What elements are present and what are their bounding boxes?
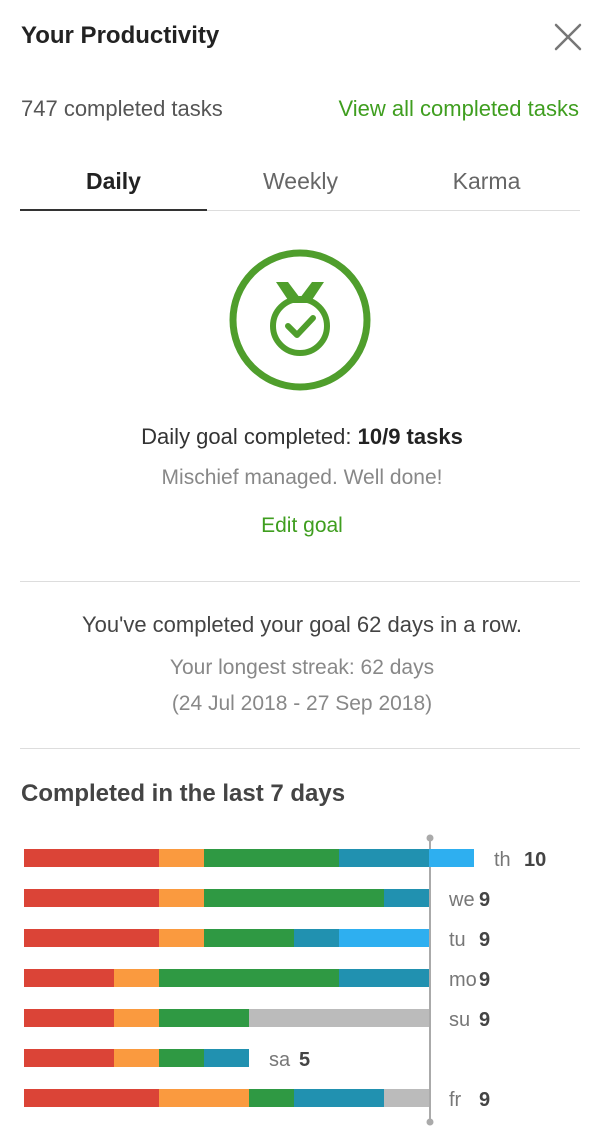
goal-status-value: 10/9 tasks	[357, 424, 463, 449]
day-label: fr	[449, 1089, 462, 1111]
current-streak: You've completed your goal 62 days in a …	[82, 612, 522, 637]
bar-segment-fr[interactable]	[384, 1089, 429, 1107]
tab-karma[interactable]: Karma	[393, 168, 580, 210]
day-count: 9	[479, 889, 490, 911]
bar-segment-tu[interactable]	[294, 929, 339, 947]
longest-streak-range: (24 Jul 2018 - 27 Sep 2018)	[171, 692, 433, 715]
bar-segment-su[interactable]	[159, 1009, 249, 1027]
bar-segment-sa[interactable]	[204, 1049, 249, 1067]
goal-line-end	[426, 834, 434, 842]
bar-segment-fr[interactable]	[24, 1089, 159, 1107]
chart-title: Completed in the last 7 days	[21, 780, 346, 807]
goal-status-label: Daily goal completed:	[141, 424, 358, 449]
productivity-tabs: Daily Weekly Karma	[20, 168, 580, 211]
tab-weekly[interactable]: Weekly	[207, 168, 394, 210]
edit-goal-link[interactable]: Edit goal	[0, 514, 604, 538]
day-label: mo	[449, 969, 477, 991]
day-count: 5	[299, 1049, 310, 1071]
day-label: su	[449, 1009, 470, 1031]
bar-segment-sa[interactable]	[24, 1049, 114, 1067]
bar-segment-th[interactable]	[429, 849, 474, 867]
completed-last-7-days-chart: th 10we 9tu 9mo 9su 9sa 5fr 9	[24, 834, 546, 1126]
bar-segment-th[interactable]	[204, 849, 339, 867]
day-count: 9	[479, 1089, 490, 1111]
panel-title: Your Productivity	[21, 22, 220, 49]
close-icon[interactable]	[553, 22, 583, 52]
day-label: tu	[449, 929, 466, 951]
bar-segment-fr[interactable]	[159, 1089, 249, 1107]
view-all-completed-link[interactable]: View all completed tasks	[339, 96, 580, 122]
bar-segment-we[interactable]	[159, 889, 204, 907]
day-count: 9	[479, 1009, 490, 1031]
bar-segment-we[interactable]	[24, 889, 159, 907]
bar-segment-sa[interactable]	[114, 1049, 159, 1067]
bar-segment-tu[interactable]	[159, 929, 204, 947]
bar-segment-su[interactable]	[114, 1009, 159, 1027]
bar-segment-tu[interactable]	[339, 929, 429, 947]
daily-goal-status: Daily goal completed: 10/9 tasks	[0, 424, 604, 450]
bar-segment-mo[interactable]	[24, 969, 114, 987]
bar-segment-sa[interactable]	[159, 1049, 204, 1067]
bar-segment-fr[interactable]	[294, 1089, 384, 1107]
goal-message: Mischief managed. Well done!	[161, 466, 443, 489]
bar-segment-th[interactable]	[24, 849, 159, 867]
day-label: we	[448, 889, 475, 911]
completed-tasks-count: 747 completed tasks	[21, 96, 223, 121]
edit-goal-label[interactable]: Edit goal	[261, 514, 343, 537]
day-label: th	[494, 849, 511, 871]
bar-segment-th[interactable]	[159, 849, 204, 867]
goal-medal-icon	[229, 249, 371, 391]
divider	[20, 581, 580, 582]
divider	[20, 748, 580, 749]
bar-segment-we[interactable]	[204, 889, 384, 907]
longest-streak: Your longest streak: 62 days	[169, 656, 435, 679]
bar-segment-tu[interactable]	[24, 929, 159, 947]
bar-segment-tu[interactable]	[204, 929, 294, 947]
day-count: 10	[524, 849, 546, 871]
bar-segment-mo[interactable]	[114, 969, 159, 987]
day-count: 9	[479, 969, 490, 991]
bar-segment-su[interactable]	[24, 1009, 114, 1027]
bar-segment-mo[interactable]	[339, 969, 429, 987]
bar-segment-we[interactable]	[384, 889, 429, 907]
goal-line-end	[426, 1118, 434, 1126]
day-count: 9	[479, 929, 490, 951]
day-label: sa	[269, 1049, 291, 1071]
bar-segment-th[interactable]	[339, 849, 429, 867]
bar-segment-su[interactable]	[249, 1009, 429, 1027]
bar-segment-mo[interactable]	[159, 969, 339, 987]
tab-daily[interactable]: Daily	[20, 168, 207, 211]
bar-segment-fr[interactable]	[249, 1089, 294, 1107]
